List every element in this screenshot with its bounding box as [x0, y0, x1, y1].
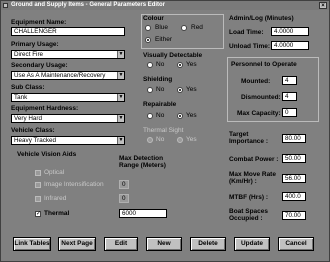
dismounted-field[interactable]: 4: [282, 92, 297, 101]
mtbf-field[interactable]: 400.0: [282, 192, 306, 201]
visually-detectable-no-label: No: [156, 61, 165, 68]
combat-power-label: Combat Power :: [229, 156, 279, 163]
colour-either-radio[interactable]: [145, 37, 151, 43]
thermal-sight-yes-radio[interactable]: [177, 137, 183, 143]
shielding-no-radio[interactable]: [147, 87, 153, 93]
edit-button[interactable]: Edit: [104, 237, 138, 251]
editor-window: Ground and Supply Items - General Parame…: [0, 0, 330, 262]
sub-class-dropdown[interactable]: Tank ▼: [11, 93, 125, 102]
image-intensification-label: Image Intensification: [44, 181, 104, 188]
colour-label: Colour: [143, 15, 164, 22]
equipment-hardness-dropdown[interactable]: Very Hard ▼: [11, 114, 125, 123]
infrared-label: Infrared: [44, 195, 67, 202]
mtbf-label: MTBF (Hrs) :: [229, 194, 268, 201]
boat-spaces-label: Boat Spaces Occupied :: [229, 208, 269, 222]
colour-blue-radio[interactable]: [145, 25, 151, 31]
secondary-usage-value: Use As A Maintenance/Recovery: [14, 72, 106, 79]
shielding-no-label: No: [156, 86, 165, 93]
delete-button[interactable]: Delete: [190, 237, 226, 251]
sub-class-label: Sub Class:: [11, 84, 45, 91]
chevron-down-icon[interactable]: ▼: [117, 51, 124, 58]
admin-log-heading: Admin/Log (Minutes): [229, 15, 294, 22]
vehicle-class-value: Heavy Tracked: [14, 137, 56, 144]
image-intensification-range-field[interactable]: 0: [119, 180, 129, 189]
mounted-field[interactable]: 4: [282, 76, 297, 85]
combat-power-field[interactable]: 50.00: [282, 154, 306, 163]
primary-usage-value: Direct Fire: [14, 51, 44, 58]
thermal-sight-no-label: No: [156, 136, 165, 143]
visually-detectable-yes-label: Yes: [186, 61, 197, 68]
load-time-label: Load Time:: [229, 29, 264, 36]
window-menu-icon[interactable]: [3, 3, 8, 8]
title-bar: Ground and Supply Items - General Parame…: [1, 1, 329, 10]
colour-red-radio[interactable]: [181, 25, 187, 31]
thermal-sight-no-radio[interactable]: [147, 137, 153, 143]
visually-detectable-yes-radio[interactable]: [177, 62, 183, 68]
vehicle-class-dropdown[interactable]: Heavy Tracked ▼: [11, 136, 125, 145]
window-title: Ground and Supply Items - General Parame…: [11, 2, 166, 8]
repairable-no-radio[interactable]: [147, 113, 153, 119]
thermal-sight-yes-label: Yes: [186, 136, 197, 143]
target-importance-field[interactable]: 80.00: [282, 134, 306, 143]
equipment-name-field[interactable]: CHALLENGER: [11, 27, 125, 36]
secondary-usage-label: Secondary Usage:: [11, 62, 68, 69]
thermal-sight-label: Thermal Sight: [143, 127, 184, 134]
repairable-no-label: No: [156, 112, 165, 119]
equipment-name-label: Equipment Name:: [11, 19, 67, 26]
sub-class-value: Tank: [14, 94, 28, 101]
update-button[interactable]: Update: [234, 237, 270, 251]
visually-detectable-no-radio[interactable]: [147, 62, 153, 68]
max-capacity-label: Max Capacity:: [237, 110, 281, 117]
next-page-button[interactable]: Next Page: [58, 237, 96, 251]
chevron-down-icon[interactable]: ▼: [117, 137, 124, 144]
unload-time-field[interactable]: 4.0000: [271, 41, 309, 50]
personnel-heading: Personnel to Operate: [231, 61, 297, 68]
infrared-range-field[interactable]: 0: [119, 194, 129, 203]
shielding-label: Shielding: [143, 76, 173, 83]
thermal-checkbox[interactable]: [35, 210, 41, 217]
target-importance-label: Target Importance :: [229, 131, 269, 145]
chevron-down-icon[interactable]: ▼: [117, 72, 124, 79]
visually-detectable-label: Visually Detectable: [143, 52, 203, 59]
primary-usage-label: Primary Usage:: [11, 41, 59, 48]
chevron-down-icon[interactable]: ▼: [117, 94, 124, 101]
optical-label: Optical: [44, 169, 65, 176]
link-tables-button[interactable]: Link Tables: [13, 237, 51, 251]
max-move-rate-field[interactable]: 56.00: [282, 174, 306, 183]
equipment-hardness-label: Equipment Hardness:: [11, 105, 79, 112]
max-move-rate-label: Max Move Rate (Km/Hr) :: [229, 171, 276, 185]
boat-spaces-field[interactable]: 70.00: [282, 211, 306, 220]
thermal-label: Thermal: [44, 210, 70, 217]
colour-either-label: Either: [155, 36, 172, 43]
close-icon[interactable]: ×: [319, 2, 327, 9]
max-detection-range-heading: Max Detection Range (Meters): [119, 155, 166, 169]
shielding-yes-label: Yes: [186, 86, 197, 93]
repairable-yes-radio[interactable]: [177, 113, 183, 119]
load-time-field[interactable]: 4.0000: [271, 27, 309, 36]
equipment-hardness-value: Very Hard: [14, 115, 42, 122]
new-button[interactable]: New: [146, 237, 182, 251]
primary-usage-dropdown[interactable]: Direct Fire ▼: [11, 50, 125, 59]
colour-blue-label: Blue: [155, 24, 169, 31]
dismounted-label: Dismounted:: [241, 94, 281, 101]
repairable-yes-label: Yes: [186, 112, 197, 119]
thermal-range-field[interactable]: 6000: [119, 209, 167, 218]
mounted-label: Mounted:: [241, 78, 271, 85]
vehicle-class-label: Vehicle Class:: [11, 127, 55, 134]
max-capacity-field[interactable]: 0: [282, 108, 297, 117]
image-intensification-checkbox[interactable]: [35, 182, 41, 188]
optical-checkbox[interactable]: [35, 170, 41, 176]
colour-red-label: Red: [191, 24, 203, 31]
shielding-yes-radio[interactable]: [177, 87, 183, 93]
vision-aids-heading: Vehicle Vision Aids: [17, 151, 77, 158]
unload-time-label: Unload Time:: [229, 43, 271, 50]
repairable-label: Repairable: [143, 101, 177, 108]
secondary-usage-dropdown[interactable]: Use As A Maintenance/Recovery ▼: [11, 71, 125, 80]
chevron-down-icon[interactable]: ▼: [117, 115, 124, 122]
cancel-button[interactable]: Cancel: [278, 237, 314, 251]
infrared-checkbox[interactable]: [35, 196, 41, 202]
